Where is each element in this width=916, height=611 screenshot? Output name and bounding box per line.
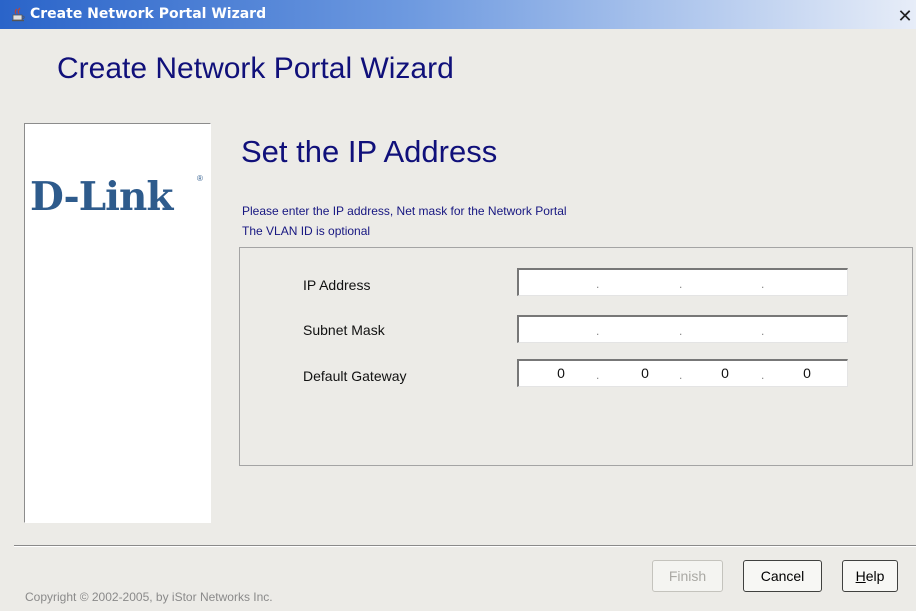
help-mnemonic: H — [855, 568, 866, 584]
default-gateway-octet-2[interactable]: 0 — [633, 361, 657, 385]
ip-address-label: IP Address — [303, 277, 371, 293]
cancel-button[interactable]: Cancel — [743, 560, 822, 592]
close-icon[interactable]: ✕ — [897, 7, 913, 26]
octet-separator: . — [596, 324, 600, 338]
octet-separator: . — [761, 368, 765, 382]
finish-button[interactable]: Finish — [652, 560, 723, 592]
help-button[interactable]: Help — [842, 560, 898, 592]
subnet-mask-octet-3[interactable] — [713, 317, 737, 341]
default-gateway-octet-4[interactable]: 0 — [795, 361, 819, 385]
octet-separator: . — [761, 277, 765, 291]
instruction-line-2: The VLAN ID is optional — [242, 224, 371, 238]
octet-separator: . — [679, 277, 683, 291]
subnet-mask-octet-2[interactable] — [633, 317, 657, 341]
ip-address-octet-3[interactable] — [713, 270, 737, 294]
subnet-mask-label: Subnet Mask — [303, 322, 385, 338]
dlink-logo: D-Link — [30, 174, 173, 220]
footer-divider — [14, 545, 916, 547]
subnet-mask-octet-4[interactable] — [795, 317, 819, 341]
instruction-line-1: Please enter the IP address, Net mask fo… — [242, 204, 567, 218]
window-title: Create Network Portal Wizard — [30, 6, 267, 22]
ip-address-octet-1[interactable] — [549, 270, 573, 294]
default-gateway-label: Default Gateway — [303, 368, 407, 384]
default-gateway-octet-3[interactable]: 0 — [713, 361, 737, 385]
subnet-mask-input[interactable]: . . . — [517, 315, 848, 343]
octet-separator: . — [596, 368, 600, 382]
default-gateway-input[interactable]: 0 . 0 . 0 . 0 — [517, 359, 848, 387]
logo-panel: D-Link ® — [24, 123, 211, 523]
octet-separator: . — [679, 324, 683, 338]
step-title: Set the IP Address — [241, 134, 498, 169]
octet-separator: . — [679, 368, 683, 382]
wizard-heading: Create Network Portal Wizard — [57, 52, 454, 85]
java-cup-icon — [12, 7, 25, 22]
default-gateway-octet-1[interactable]: 0 — [549, 361, 573, 385]
ip-address-octet-4[interactable] — [795, 270, 819, 294]
copyright-text: Copyright © 2002-2005, by iStor Networks… — [25, 590, 273, 604]
ip-address-octet-2[interactable] — [633, 270, 657, 294]
help-label-rest: elp — [865, 568, 885, 584]
ip-address-input[interactable]: . . . — [517, 268, 848, 296]
title-bar[interactable]: Create Network Portal Wizard ✕ — [0, 0, 916, 29]
octet-separator: . — [761, 324, 765, 338]
octet-separator: . — [596, 277, 600, 291]
registered-mark: ® — [197, 174, 203, 183]
wizard-window: Create Network Portal Wizard ✕ Create Ne… — [0, 0, 916, 611]
subnet-mask-octet-1[interactable] — [549, 317, 573, 341]
